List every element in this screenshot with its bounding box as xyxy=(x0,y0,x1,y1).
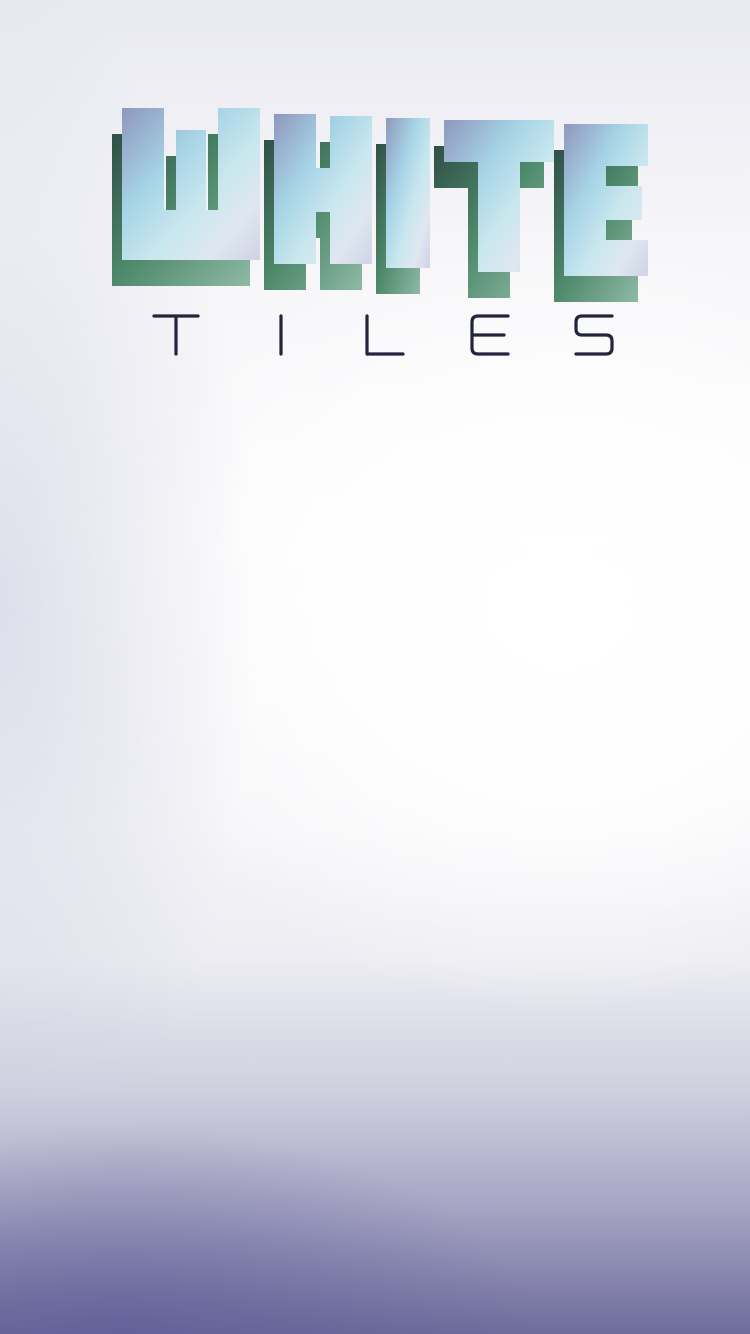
subtitle-letter-i: I xyxy=(255,302,307,364)
subtitle-letter-l: L xyxy=(359,302,411,364)
title-screen: WHITE xyxy=(0,0,750,1334)
game-logo: WHITE xyxy=(108,100,652,310)
logo-white-wordmark xyxy=(112,108,648,302)
logo-subtitle-tiles: T I L E S xyxy=(150,298,620,368)
subtitle-letter-e: E xyxy=(464,302,516,364)
subtitle-letter-s: S xyxy=(568,302,620,364)
subtitle-letter-t: T xyxy=(150,302,202,364)
